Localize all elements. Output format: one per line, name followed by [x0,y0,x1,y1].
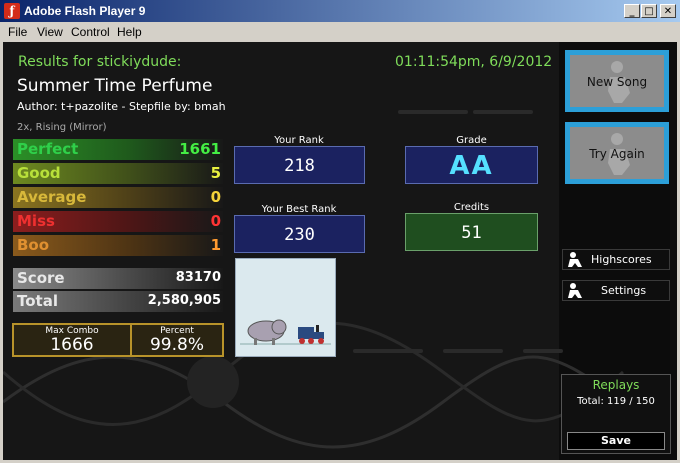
title-bar: ƒ Adobe Flash Player 9 _ □ ✕ [0,0,680,22]
grade-value: AA [449,151,494,181]
total-label: Total [17,292,58,310]
try-again-label: Try Again [589,147,645,161]
grade-label: Grade [456,135,487,146]
judgement-label: Perfect [17,140,79,158]
judgement-value: 1 [210,236,221,254]
replays-title: Replays [592,378,640,392]
window-title: Adobe Flash Player 9 [24,4,146,18]
settings-button[interactable]: Settings [562,280,670,301]
menu-control[interactable]: Control [71,25,110,39]
song-title: Summer Time Perfume [17,76,213,96]
replays-total: Total: 119 / 150 [577,396,655,407]
judgement-label: Average [17,188,87,206]
judgement-row-boo: Boo 1 [13,235,223,256]
judgement-label: Good [17,164,61,182]
save-label: Save [601,434,631,447]
your-rank-label: Your Rank [274,135,324,146]
percent-value: 99.8% [149,335,204,355]
judgement-value: 1661 [179,140,221,158]
close-button[interactable]: ✕ [660,4,676,18]
score-label: Score [17,269,65,287]
judgement-value: 0 [210,188,221,206]
new-song-label: New Song [586,75,648,89]
combo-percent-box: Max Combo 1666 Percent 99.8% [12,323,224,357]
minimize-button[interactable]: _ [624,4,640,18]
save-button[interactable]: Save [567,432,665,450]
judgement-value: 5 [210,164,221,182]
author-line: Author: t+pazolite - Stepfile by: bmah [17,100,226,113]
best-rank-panel: 230 [234,215,365,253]
menu-file[interactable]: File [8,25,27,39]
pig-train-illustration [240,319,331,345]
best-rank-value: 230 [284,225,315,245]
menu-help[interactable]: Help [117,25,142,39]
flash-player-icon: ƒ [4,3,20,19]
credits-panel: 51 [405,213,538,251]
judgement-row-average: Average 0 [13,187,223,208]
max-combo-value: 1666 [50,335,94,355]
try-again-button[interactable]: Try Again [565,122,669,184]
menu-bar: File View Control Help [0,22,680,41]
judgement-label: Miss [17,212,55,230]
new-song-button[interactable]: New Song [565,50,669,112]
best-rank-label: Your Best Rank [261,204,337,215]
judgement-label: Boo [17,236,50,254]
your-rank-value: 218 [284,156,315,176]
result-datetime: 01:11:54pm, 6/9/2012 [395,54,553,70]
score-row: Score 83170 [13,268,223,289]
total-row: Total 2,580,905 [13,291,223,312]
judgement-row-perfect: Perfect 1661 [13,139,223,160]
pig-train-image [235,258,336,357]
score-value: 83170 [175,270,221,285]
highscores-label: Highscores [591,253,652,266]
replays-panel: Replays Total: 119 / 150 Save [561,374,671,454]
runner-icon [568,252,582,267]
grade-panel: AA [405,146,538,184]
highscores-button[interactable]: Highscores [562,249,670,270]
judgement-row-miss: Miss 0 [13,211,223,232]
decor-dash [523,349,563,353]
decor-dash [398,110,468,114]
credits-label: Credits [453,202,490,213]
judgement-row-good: Good 5 [13,163,223,184]
settings-label: Settings [601,284,647,297]
maximize-button[interactable]: □ [641,4,657,18]
mods-line: 2x, Rising (Mirror) [17,122,107,133]
your-rank-panel: 218 [234,146,365,184]
game-stage: Results for stickiydude: 01:11:54pm, 6/9… [3,42,677,460]
menu-view[interactable]: View [37,25,63,39]
total-value: 2,580,905 [147,293,221,308]
credits-value: 51 [461,223,482,243]
results-header: Results for stickiydude: [18,54,182,70]
decor-dash [353,349,423,353]
decor-dash [473,110,533,114]
flash-player-window: ƒ Adobe Flash Player 9 _ □ ✕ File View C… [0,0,680,463]
runner-icon [568,283,582,298]
judgement-value: 0 [210,212,221,230]
decor-dash [443,349,503,353]
